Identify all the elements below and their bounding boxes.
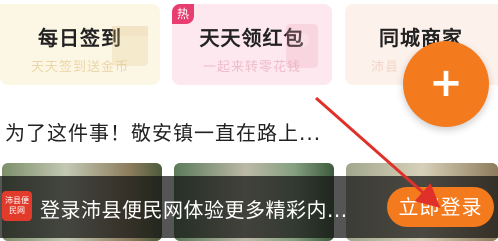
login-button[interactable]: 立即登录 [387, 187, 494, 227]
daily-red-packet-card[interactable]: 热 天天领红包 一起来转零花钱 [172, 4, 332, 85]
article-headline[interactable]: 为了这件事！敬安镇一直在路上... [5, 117, 321, 146]
login-prompt-text: 登录沛县便民网体验更多精彩内... [40, 198, 348, 222]
calendar-icon [112, 26, 148, 66]
local-merchants-title: 同城商家 [379, 26, 463, 50]
red-packet-icon [286, 24, 318, 68]
app-logo: 沛县便民网 [2, 191, 32, 221]
add-fab-button[interactable]: + [403, 41, 489, 127]
hot-badge: 热 [172, 4, 195, 24]
daily-checkin-card[interactable]: 每日签到 天天签到送金币 [0, 4, 160, 85]
